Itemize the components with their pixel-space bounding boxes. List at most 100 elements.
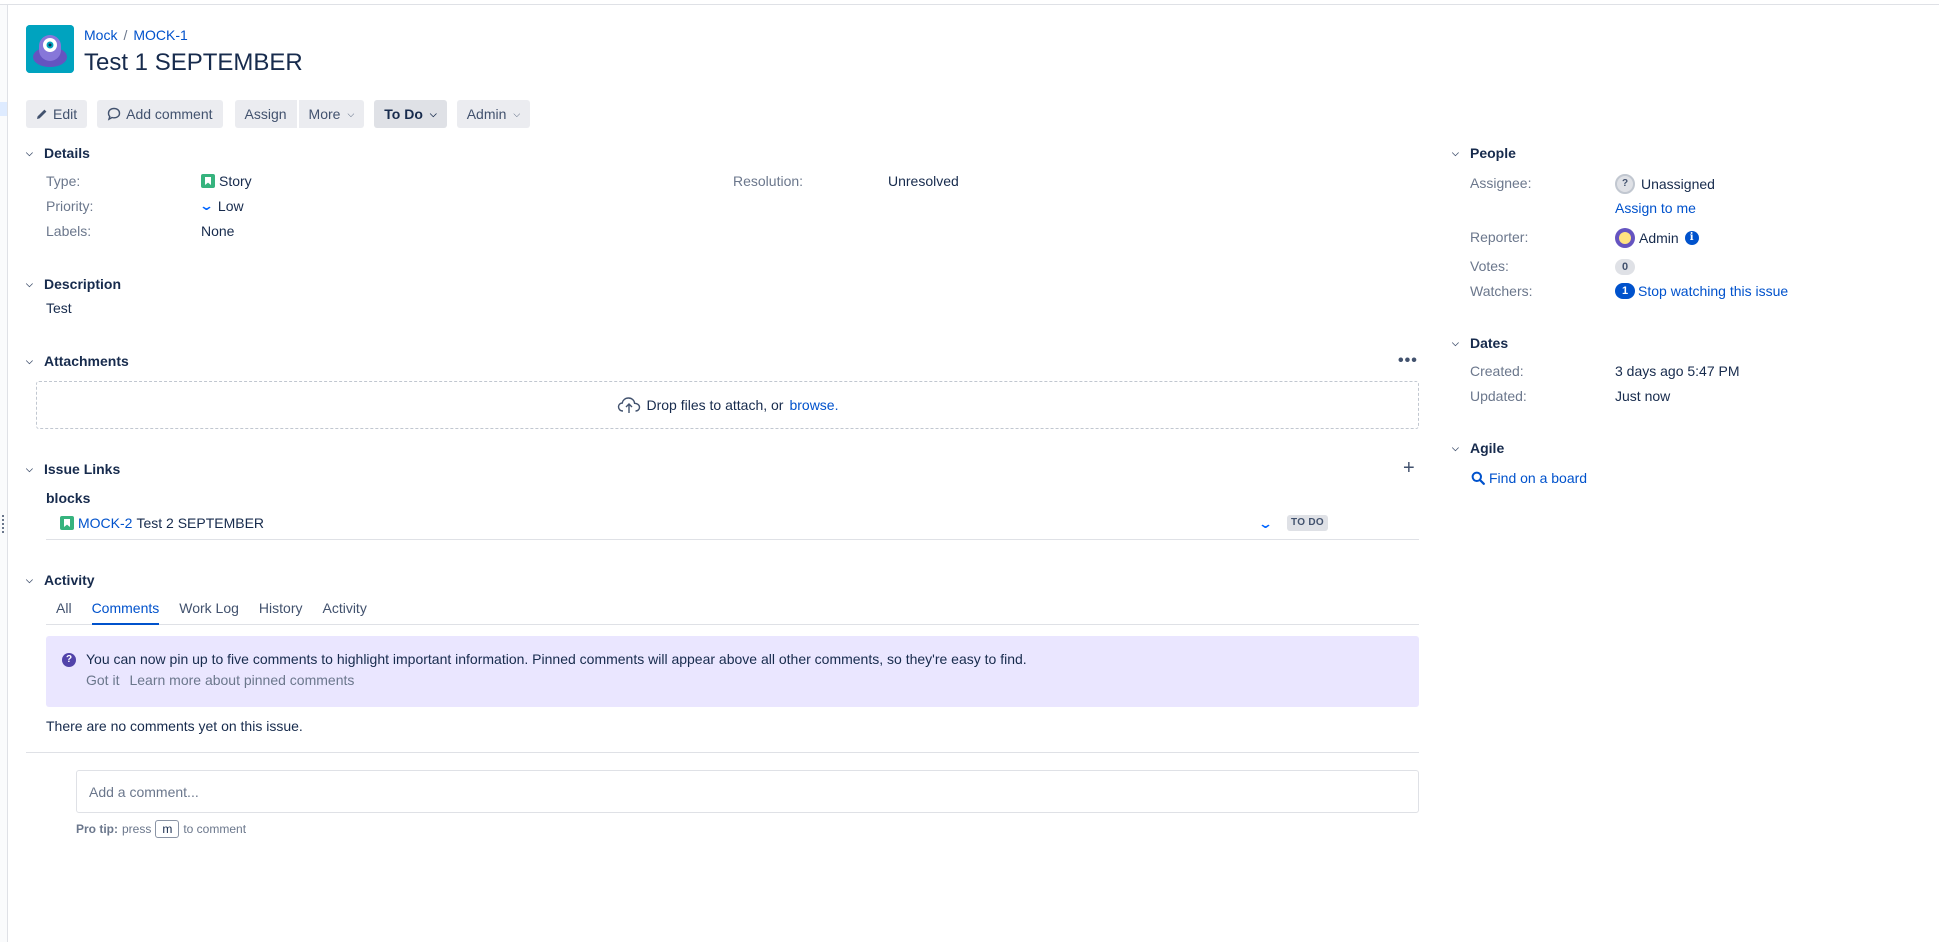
dates-heading: Dates	[1470, 335, 1508, 351]
add-comment-button[interactable]: Add comment	[97, 100, 222, 128]
cloud-upload-icon	[617, 396, 641, 414]
top-bar	[0, 0, 1939, 5]
issue-links-heading: Issue Links	[44, 461, 120, 477]
resolution-label: Resolution:	[733, 173, 803, 189]
linked-issue-key[interactable]: MOCK-2	[78, 515, 132, 531]
more-button[interactable]: More ⌵	[299, 100, 365, 128]
browse-link[interactable]: browse.	[789, 397, 838, 413]
got-it-button[interactable]: Got it	[86, 672, 119, 688]
info-icon[interactable]: i	[1685, 231, 1699, 245]
updated-value: Just now	[1615, 388, 1670, 404]
people-section-toggle[interactable]: ⌵ People	[1452, 145, 1516, 161]
attachments-more-icon[interactable]: •••	[1398, 352, 1418, 370]
edit-button[interactable]: Edit	[26, 100, 87, 128]
story-icon	[60, 516, 74, 530]
chevron-down-icon: ⌵	[26, 279, 36, 290]
updated-label: Updated:	[1470, 388, 1527, 404]
details-section-toggle[interactable]: ⌵ Details	[26, 145, 90, 161]
priority-label: Priority:	[46, 198, 93, 214]
edit-button-label: Edit	[53, 106, 77, 122]
description-section-toggle[interactable]: ⌵ Description	[26, 276, 121, 292]
created-label: Created:	[1470, 363, 1524, 379]
learn-more-link[interactable]: Learn more about pinned comments	[129, 672, 354, 688]
add-comment-input[interactable]	[76, 770, 1419, 813]
status-button-label: To Do	[384, 106, 423, 122]
more-button-label: More	[309, 106, 341, 122]
sidebar-resize-handle[interactable]	[2, 515, 5, 533]
chevron-down-icon: ⌵	[26, 148, 36, 159]
dates-section-toggle[interactable]: ⌵ Dates	[1452, 335, 1508, 351]
question-icon: ?	[62, 653, 76, 667]
left-sidebar-rail	[0, 5, 8, 942]
resolution-value: Unresolved	[888, 173, 959, 189]
project-avatar[interactable]	[26, 25, 74, 73]
breadcrumb: Mock / MOCK-1	[84, 27, 188, 43]
tab-all[interactable]: All	[56, 600, 72, 625]
find-on-board-link[interactable]: Find on a board	[1471, 470, 1587, 486]
issue-links-section-toggle[interactable]: ⌵ Issue Links	[26, 461, 120, 477]
assign-button-label: Assign	[245, 106, 287, 122]
priority-value[interactable]: ⌄ Low	[201, 198, 244, 214]
chevron-down-icon: ⌵	[26, 464, 36, 475]
priority-low-icon: ⌄	[1258, 516, 1273, 532]
link-relation-label: blocks	[46, 490, 90, 506]
activity-section-toggle[interactable]: ⌵ Activity	[26, 572, 95, 588]
tab-history[interactable]: History	[259, 600, 303, 625]
chevron-down-icon: ⌵	[430, 109, 437, 120]
pencil-icon	[36, 108, 48, 120]
breadcrumb-issue-link[interactable]: MOCK-1	[133, 27, 187, 43]
pro-tip: Pro tip: press m to comment	[76, 820, 246, 838]
add-link-icon[interactable]: +	[1403, 457, 1415, 480]
tab-work-log[interactable]: Work Log	[179, 600, 239, 625]
admin-button[interactable]: Admin ⌵	[457, 100, 531, 128]
linked-issue-status-badge: TO DO	[1287, 515, 1328, 531]
add-comment-button-label: Add comment	[126, 106, 212, 122]
banner-actions: Got it Learn more about pinned comments	[86, 672, 354, 688]
attachments-section-toggle[interactable]: ⌵ Attachments	[26, 353, 129, 369]
divider	[26, 752, 1419, 753]
chevron-down-icon: ⌵	[1452, 148, 1462, 159]
stop-watching-link[interactable]: Stop watching this issue	[1638, 283, 1788, 299]
breadcrumb-separator: /	[123, 27, 127, 43]
find-on-board-text: Find on a board	[1489, 470, 1587, 486]
search-icon	[1471, 471, 1485, 485]
votes-value[interactable]: 0	[1615, 259, 1635, 275]
labels-label: Labels:	[46, 223, 91, 239]
votes-label: Votes:	[1470, 258, 1509, 274]
chevron-down-icon: ⌵	[26, 575, 36, 586]
agile-heading: Agile	[1470, 440, 1504, 456]
reporter-value[interactable]: Admin i	[1615, 228, 1699, 248]
watchers-value[interactable]: 1 Stop watching this issue	[1615, 283, 1788, 299]
agile-section-toggle[interactable]: ⌵ Agile	[1452, 440, 1504, 456]
status-dropdown-button[interactable]: To Do ⌵	[374, 100, 446, 128]
issue-title[interactable]: Test 1 SEPTEMBER	[84, 49, 303, 77]
story-icon	[201, 174, 215, 188]
tab-comments[interactable]: Comments	[92, 600, 160, 625]
linked-issue-summary: Test 2 SEPTEMBER	[136, 515, 264, 531]
reporter-value-text: Admin	[1639, 230, 1679, 246]
activity-heading: Activity	[44, 572, 95, 588]
votes-count-badge: 0	[1615, 259, 1635, 275]
priority-value-text: Low	[218, 198, 244, 214]
issue-link-row[interactable]: MOCK-2 Test 2 SEPTEMBER ⌄ TO DO	[46, 512, 1419, 540]
pinned-comments-banner: ? You can now pin up to five comments to…	[46, 636, 1419, 707]
pro-tip-press: press	[122, 822, 151, 836]
breadcrumb-project-link[interactable]: Mock	[84, 27, 117, 43]
tab-activity[interactable]: Activity	[322, 600, 366, 625]
attachment-dropzone[interactable]: Drop files to attach, or browse.	[36, 381, 1419, 429]
watchers-label: Watchers:	[1470, 283, 1533, 299]
chevron-down-icon: ⌵	[26, 356, 36, 367]
labels-value[interactable]: None	[201, 223, 234, 239]
description-text[interactable]: Test	[46, 300, 72, 316]
chevron-down-icon: ⌵	[513, 109, 520, 120]
assign-button[interactable]: Assign	[235, 100, 297, 128]
project-avatar-icon	[26, 25, 74, 73]
priority-low-icon: ⌄	[199, 198, 214, 214]
banner-message: You can now pin up to five comments to h…	[86, 651, 1027, 667]
reporter-label: Reporter:	[1470, 229, 1528, 245]
assignee-value[interactable]: ? Unassigned	[1615, 174, 1715, 194]
assign-to-me-link[interactable]: Assign to me	[1615, 200, 1696, 216]
type-value[interactable]: Story	[201, 173, 252, 189]
pro-tip-suffix: to comment	[183, 822, 246, 836]
type-label: Type:	[46, 173, 80, 189]
